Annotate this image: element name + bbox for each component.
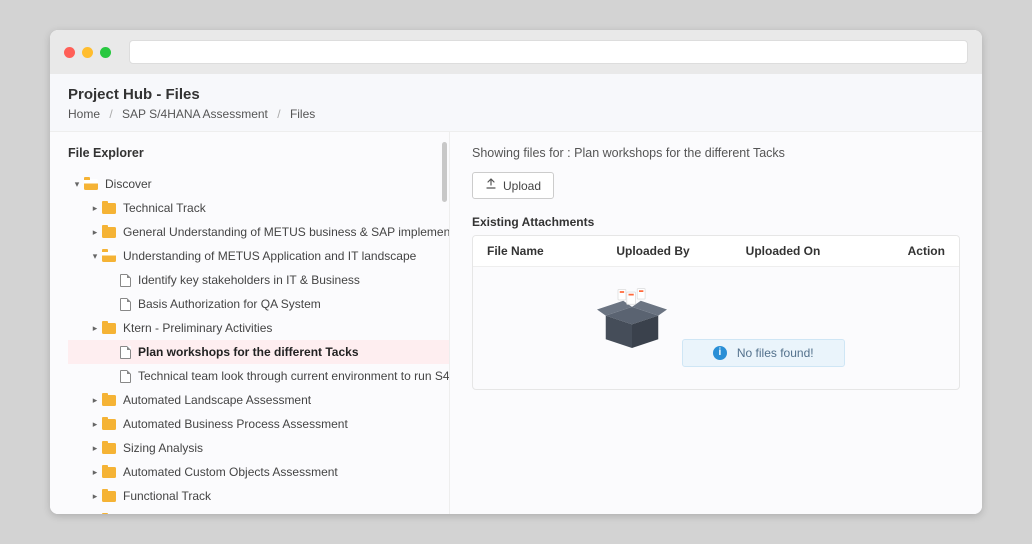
showing-for-label: Showing files for : Plan workshops for t… — [472, 146, 960, 160]
empty-box-icon — [587, 285, 677, 355]
tree-label: Technical team look through current envi… — [138, 369, 449, 383]
folder-icon — [102, 227, 116, 238]
caret-icon: ▾ — [90, 251, 100, 262]
file-icon — [120, 274, 131, 287]
tree-label: Plan workshops for the different Tacks — [138, 345, 359, 359]
caret-icon: ▸ — [90, 323, 100, 334]
caret-icon: ▸ — [90, 491, 100, 502]
tree-folder[interactable]: ▸ Ktern - Preliminary Activities — [68, 316, 449, 340]
file-tree: ▾ Discover ▸ Technical Track ▸ General Unders… — [68, 172, 449, 514]
col-uploaded-on: Uploaded On — [746, 244, 875, 258]
files-pane: Showing files for : Plan workshops for t… — [450, 132, 982, 514]
no-files-text: No files found! — [737, 346, 814, 360]
file-explorer-title: File Explorer — [68, 146, 449, 160]
col-file-name: File Name — [487, 244, 616, 258]
window-controls — [64, 47, 111, 58]
content-split: File Explorer ▾Discover▸Technical Track▸… — [50, 132, 982, 514]
folder-icon — [102, 203, 116, 214]
address-bar[interactable] — [129, 40, 968, 64]
tree-label: Automated Landscape Assessment — [123, 393, 311, 407]
tree-folder[interactable]: ▸ Functional Track — [68, 484, 449, 508]
page-title: Project Hub - Files — [68, 86, 964, 103]
tree-label: Functional Track — [123, 489, 211, 503]
breadcrumb-item: Files — [290, 107, 315, 121]
tree-label: Automated Business Process Assessment — [123, 417, 348, 431]
caret-icon: ▸ — [90, 419, 100, 430]
attachments-table: File Name Uploaded By Uploaded On Action — [472, 235, 960, 390]
tree-folder[interactable]: ▾ Understanding of METUS Application and … — [68, 244, 449, 268]
folder-icon — [102, 323, 116, 334]
col-uploaded-by: Uploaded By — [616, 244, 745, 258]
tree-file[interactable]: Identify key stakeholders in IT & Busine… — [68, 268, 449, 292]
browser-chrome — [50, 30, 982, 74]
tree-label: Technical Track — [123, 201, 206, 215]
table-header: File Name Uploaded By Uploaded On Action — [473, 236, 959, 267]
breadcrumb-item[interactable]: SAP S/4HANA Assessment — [122, 107, 268, 121]
folder-icon — [102, 251, 116, 262]
folder-icon — [102, 467, 116, 478]
file-icon — [120, 298, 131, 311]
tree-label: Sizing Analysis — [123, 441, 203, 455]
tree-folder[interactable]: ▸ Automated Custom Objects Assessment — [68, 460, 449, 484]
caret-icon: ▸ — [90, 467, 100, 478]
tree-file[interactable]: Plan workshops for the different Tacks — [68, 340, 449, 364]
empty-state: i No files found! — [473, 267, 959, 389]
upload-label: Upload — [503, 179, 541, 193]
caret-icon: ▾ — [72, 179, 82, 190]
maximize-window-icon[interactable] — [100, 47, 111, 58]
scrollbar-thumb[interactable] — [442, 142, 447, 202]
caret-icon: ▸ — [90, 395, 100, 406]
minimize-window-icon[interactable] — [82, 47, 93, 58]
showing-target: Plan workshops for the different Tacks — [574, 146, 785, 160]
file-icon — [120, 346, 131, 359]
tree-folder[interactable]: ▸ Technical Track — [68, 196, 449, 220]
existing-attachments-label: Existing Attachments — [472, 215, 960, 229]
folder-icon — [102, 443, 116, 454]
tree-label: General Understanding of METUS business … — [123, 225, 449, 239]
upload-button[interactable]: Upload — [472, 172, 554, 199]
breadcrumb-sep: / — [277, 107, 280, 121]
page-header: Project Hub - Files Home / SAP S/4HANA A… — [50, 74, 982, 132]
folder-icon — [102, 419, 116, 430]
folder-icon — [84, 179, 98, 190]
tree-folder[interactable]: ▸ Automated Landscape Assessment — [68, 388, 449, 412]
showing-prefix: Showing files for : — [472, 146, 574, 160]
folder-icon — [102, 395, 116, 406]
breadcrumb: Home / SAP S/4HANA Assessment / Files — [68, 107, 964, 121]
tree-folder[interactable]: ▸Solution Documentation & Verification — [68, 508, 449, 514]
col-action: Action — [875, 244, 945, 258]
file-explorer-pane: File Explorer ▾Discover▸Technical Track▸… — [50, 132, 450, 514]
upload-icon — [485, 178, 497, 193]
file-icon — [120, 370, 131, 383]
tree-file[interactable]: Technical team look through current envi… — [68, 364, 449, 388]
tree-label: Solution Documentation & Verification — [123, 513, 324, 514]
breadcrumb-item[interactable]: Home — [68, 107, 100, 121]
tree-folder[interactable]: ▾ Discover — [68, 172, 449, 196]
breadcrumb-sep: / — [109, 107, 112, 121]
no-files-pill: i No files found! — [682, 339, 845, 367]
tree-label: Basis Authorization for QA System — [138, 297, 321, 311]
tree-label: Understanding of METUS Application and I… — [123, 249, 416, 263]
close-window-icon[interactable] — [64, 47, 75, 58]
tree-folder[interactable]: ▸ Automated Business Process Assessment — [68, 412, 449, 436]
tree-folder[interactable]: ▸ Sizing Analysis — [68, 436, 449, 460]
tree-label: Identify key stakeholders in IT & Busine… — [138, 273, 360, 287]
caret-icon: ▸ — [90, 203, 100, 214]
tree-file[interactable]: Basis Authorization for QA System — [68, 292, 449, 316]
folder-icon — [102, 491, 116, 502]
info-icon: i — [713, 346, 727, 360]
tree-label: Discover — [105, 177, 152, 191]
caret-icon: ▸ — [90, 443, 100, 454]
tree-folder[interactable]: ▸ General Understanding of METUS business… — [68, 220, 449, 244]
viewport: Project Hub - Files Home / SAP S/4HANA A… — [50, 74, 982, 514]
tree-label: Automated Custom Objects Assessment — [123, 465, 338, 479]
browser-window: Project Hub - Files Home / SAP S/4HANA A… — [50, 30, 982, 514]
tree-label: Ktern - Preliminary Activities — [123, 321, 272, 335]
caret-icon: ▸ — [90, 227, 100, 238]
